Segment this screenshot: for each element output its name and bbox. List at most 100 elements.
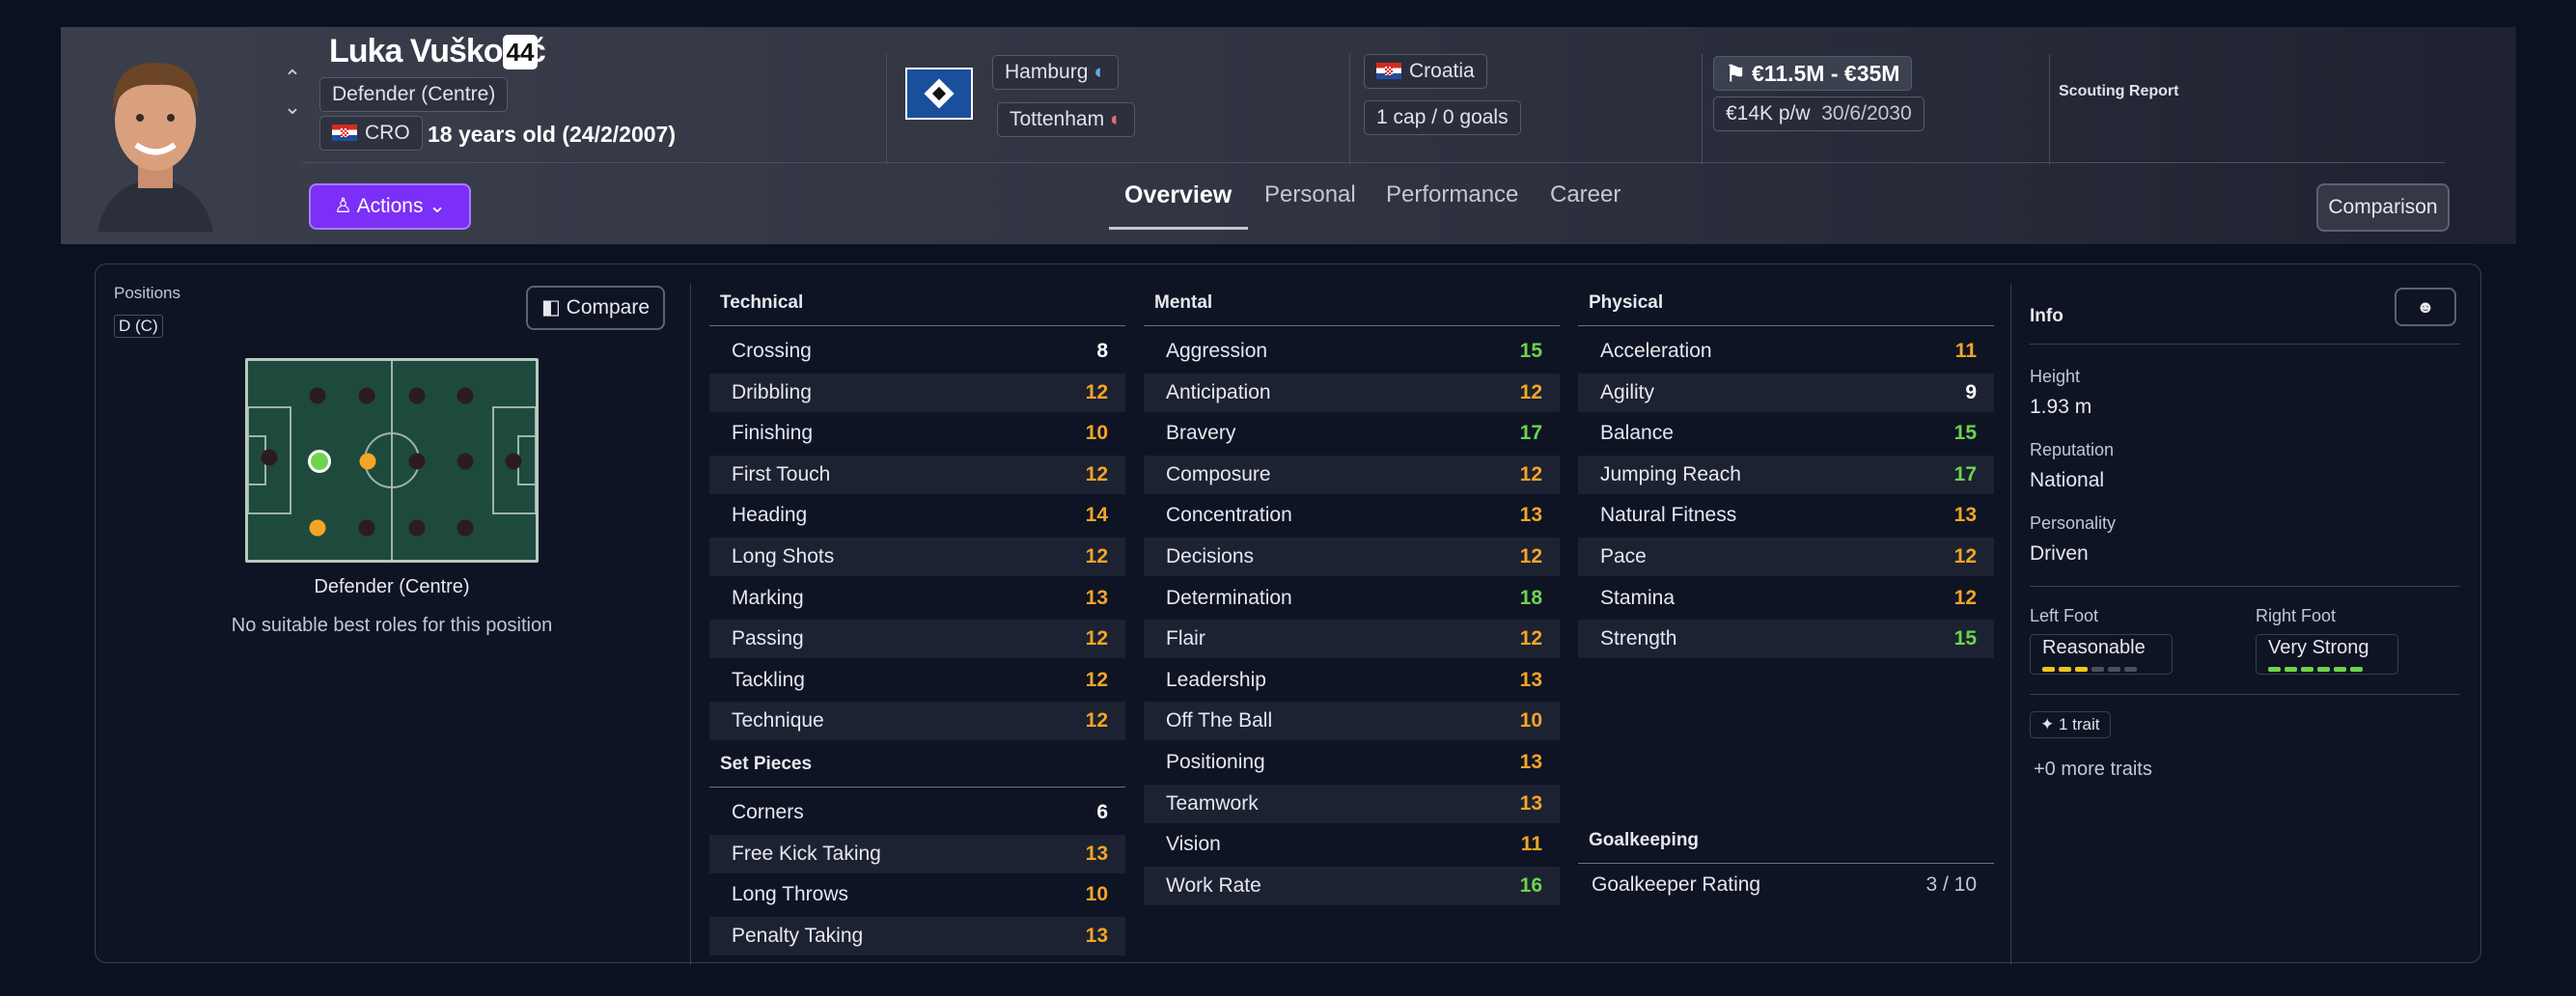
- attribute-row[interactable]: Marking 13: [709, 579, 1125, 618]
- attribute-row[interactable]: Decisions 12: [1144, 538, 1560, 576]
- attribute-value: 12: [1953, 545, 1977, 567]
- previous-player-button[interactable]: ⌃: [278, 66, 307, 91]
- attribute-value: 11: [1954, 340, 1977, 362]
- natural-position-marker: [308, 450, 331, 473]
- compare-button[interactable]: ◧ Compare: [526, 286, 665, 330]
- attribute-row[interactable]: Anticipation 12: [1144, 373, 1560, 412]
- more-traits-link[interactable]: +0 more traits: [2034, 759, 2152, 781]
- scouting-report-label: Scouting Report: [2059, 83, 2179, 99]
- reputation-label: Reputation: [2030, 440, 2115, 459]
- attribute-name: Free Kick Taking: [732, 842, 881, 865]
- attribute-name: Jumping Reach: [1600, 462, 1741, 485]
- attribute-row[interactable]: Stamina 12: [1578, 579, 1994, 618]
- attribute-name: Finishing: [732, 422, 814, 445]
- mental-title: Mental: [1154, 292, 1213, 313]
- wage: €14K p/w: [1726, 102, 1811, 124]
- attribute-name: Off The Ball: [1166, 709, 1273, 733]
- attribute-row[interactable]: Pace 12: [1578, 538, 1994, 576]
- comparison-button[interactable]: Comparison: [2316, 183, 2450, 232]
- attribute-value: 17: [1519, 422, 1542, 445]
- position-pitch: [245, 358, 539, 563]
- attribute-row[interactable]: Dribbling 12: [709, 373, 1125, 412]
- left-foot-rating: Reasonable: [2030, 634, 2173, 675]
- attribute-value: 15: [1953, 627, 1977, 650]
- attribute-row[interactable]: Vision 11: [1144, 825, 1560, 864]
- attribute-value: 13: [1085, 924, 1108, 947]
- attribute-name: Flair: [1166, 627, 1205, 650]
- player-header: ⌃ ⌄ Luka Vuškovič 44 Defender (Centre) C…: [61, 27, 2516, 244]
- goalkeeper-rating-row[interactable]: Goalkeeper Rating 3 / 10: [1578, 866, 1994, 904]
- club-link[interactable]: Hamburg ◐: [992, 55, 1119, 90]
- attribute-row[interactable]: First Touch 12: [709, 455, 1125, 494]
- attribute-row[interactable]: Determination 18: [1144, 579, 1560, 618]
- nation-pill[interactable]: Croatia: [1364, 54, 1487, 89]
- attribute-row[interactable]: Off The Ball 10: [1144, 702, 1560, 741]
- actions-button[interactable]: ♙ Actions ⌄: [309, 183, 471, 230]
- position-code: D (C): [114, 315, 163, 338]
- technical-title: Technical: [720, 292, 804, 313]
- attribute-row[interactable]: Aggression 15: [1144, 332, 1560, 371]
- right-foot-label: Right Foot: [2256, 606, 2337, 625]
- attribute-value: 12: [1085, 462, 1108, 485]
- attribute-row[interactable]: Heading 14: [709, 496, 1125, 535]
- attribute-value: 13: [1085, 586, 1108, 609]
- attribute-row[interactable]: Strength 15: [1578, 620, 1994, 659]
- attribute-row[interactable]: Concentration 13: [1144, 496, 1560, 535]
- club-name: Hamburg: [1005, 61, 1089, 83]
- attribute-row[interactable]: Long Shots 12: [709, 538, 1125, 576]
- next-player-button[interactable]: ⌄: [278, 95, 307, 120]
- overview-panel: Positions D (C) ◧ Compare Defender (Cent…: [95, 263, 2481, 965]
- attribute-row[interactable]: Acceleration 11: [1578, 332, 1994, 371]
- attribute-value: 12: [1519, 462, 1542, 485]
- attribute-row[interactable]: Bravery 17: [1144, 414, 1560, 453]
- tab-career[interactable]: Career: [1550, 181, 1620, 208]
- attribute-value: 12: [1085, 709, 1108, 733]
- tab-overview[interactable]: Overview: [1124, 181, 1232, 209]
- attribute-row[interactable]: Corners 6: [709, 793, 1125, 832]
- tab-personal[interactable]: Personal: [1264, 181, 1356, 208]
- attribute-value: 15: [1519, 340, 1542, 362]
- attribute-row[interactable]: Natural Fitness 13: [1578, 496, 1994, 535]
- tab-performance[interactable]: Performance: [1386, 181, 1518, 208]
- attribute-name: Concentration: [1166, 504, 1292, 527]
- left-foot-value: Reasonable: [2042, 637, 2146, 658]
- attribute-name: Leadership: [1166, 668, 1266, 691]
- attribute-name: Balance: [1600, 422, 1674, 445]
- attribute-row[interactable]: Work Rate 16: [1144, 866, 1560, 905]
- attribute-row[interactable]: Penalty Taking 13: [709, 916, 1125, 955]
- attribute-row[interactable]: Agility 9: [1578, 373, 1994, 412]
- attribute-row[interactable]: Free Kick Taking 13: [709, 834, 1125, 873]
- right-foot-rating: Very Strong: [2256, 634, 2398, 675]
- attribute-name: Anticipation: [1166, 380, 1271, 403]
- croatia-flag-icon: [1376, 63, 1401, 79]
- attribute-row[interactable]: Long Throws 10: [709, 875, 1125, 914]
- attribute-row[interactable]: Passing 12: [709, 620, 1125, 659]
- roles-note: No suitable best roles for this position: [231, 615, 553, 636]
- attribute-value: 12: [1519, 380, 1542, 403]
- attribute-row[interactable]: Positioning 13: [1144, 743, 1560, 782]
- attribute-row[interactable]: Flair 12: [1144, 620, 1560, 659]
- attribute-value: 11: [1520, 833, 1542, 856]
- attribute-row[interactable]: Crossing 8: [709, 332, 1125, 371]
- attribute-value: 12: [1085, 545, 1108, 567]
- attribute-row[interactable]: Composure 12: [1144, 455, 1560, 494]
- attribute-row[interactable]: Jumping Reach 17: [1578, 455, 1994, 494]
- attribute-row[interactable]: Leadership 13: [1144, 661, 1560, 700]
- attribute-name: Pace: [1600, 545, 1647, 567]
- attribute-row[interactable]: Tackling 12: [709, 661, 1125, 700]
- attribute-row[interactable]: Teamwork 13: [1144, 784, 1560, 823]
- attribute-row[interactable]: Finishing 10: [709, 414, 1125, 453]
- attribute-name: Passing: [732, 627, 804, 650]
- compare-label: Compare: [566, 296, 651, 318]
- traits-badge[interactable]: ✦ 1 trait: [2030, 711, 2111, 738]
- player-profile-icon[interactable]: ☻: [2395, 288, 2456, 326]
- attribute-name: Teamwork: [1166, 791, 1259, 815]
- attribute-name: Vision: [1166, 833, 1221, 856]
- positions-title: Positions: [114, 284, 180, 302]
- attribute-row[interactable]: Balance 15: [1578, 414, 1994, 453]
- attribute-row[interactable]: Technique 12: [709, 702, 1125, 741]
- attribute-value: 13: [1519, 504, 1542, 527]
- attribute-name: Long Shots: [732, 545, 835, 567]
- goalkeeping-title: Goalkeeping: [1589, 830, 1700, 850]
- loan-club-link[interactable]: Tottenham ◐: [997, 102, 1135, 137]
